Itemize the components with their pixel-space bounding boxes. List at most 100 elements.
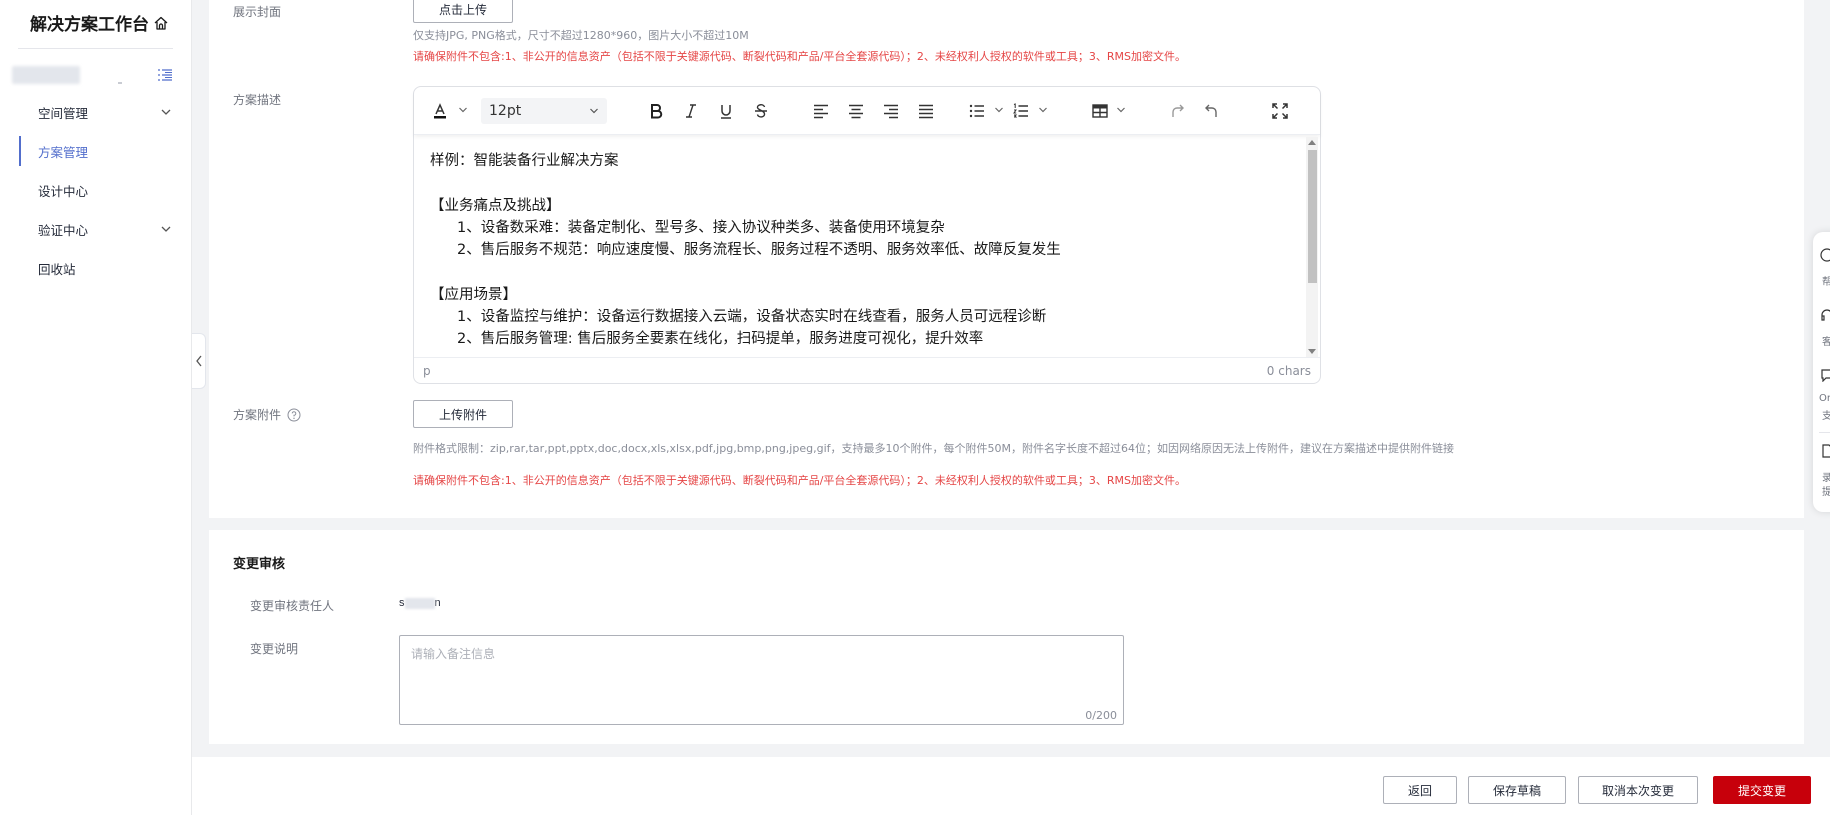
float-panel-label[interactable]: 帮 <box>1822 276 1830 289</box>
sidebar-item-design-center[interactable]: 设计中心 <box>0 175 192 205</box>
bullet-list-icon <box>969 104 984 118</box>
italic-button[interactable] <box>681 101 701 121</box>
sidebar-collapse-toggle[interactable] <box>192 333 206 389</box>
underline-icon <box>721 105 731 119</box>
headset-icon[interactable] <box>1820 308 1830 322</box>
section-title: 变更审核 <box>233 557 286 572</box>
bold-button[interactable] <box>646 101 666 121</box>
chevron-down-icon <box>161 226 171 232</box>
cover-warning: 请确保附件不包含:1、非公开的信息资产（包括不限于关键源代码、断裂代码和产品/平… <box>413 50 1187 63</box>
table-icon <box>1092 104 1108 118</box>
font-color-button[interactable] <box>430 101 450 121</box>
sidebar-item-space-management[interactable]: 空间管理 <box>0 97 192 127</box>
reviewer-label: 变更审核责任人 <box>250 599 335 613</box>
redo-icon <box>1172 104 1184 117</box>
attachment-label-text: 方案附件 <box>233 408 282 422</box>
remark-char-count: 0/200 <box>1085 709 1117 722</box>
chevron-down-icon[interactable] <box>458 105 468 115</box>
workspace-selector[interactable] <box>12 66 80 84</box>
undo-button[interactable] <box>1202 101 1222 121</box>
attachment-warning: 请确保附件不包含:1、非公开的信息资产（包括不限于关键源代码、断裂代码和产品/平… <box>413 474 1187 487</box>
align-right-button[interactable] <box>881 101 901 121</box>
attachment-hint: 附件格式限制：zip,rar,tar,ppt,pptx,doc,docx,xls… <box>413 442 1454 455</box>
bold-icon <box>651 104 663 119</box>
content-line: 1、设备数采难：装备定制化、型号多、接入协议种类多、装备使用环境复杂 <box>457 219 945 236</box>
strikethrough-icon <box>755 104 767 118</box>
content-line: 1、设备监控与维护：设备运行数据接入云端，设备状态实时在线查看，服务人员可远程诊… <box>457 309 1047 326</box>
attachment-label: 方案附件 <box>233 406 301 423</box>
redacted-block <box>404 597 435 609</box>
align-center-button[interactable] <box>846 101 866 121</box>
content-line: 2、售后服务不规范：响应速度慢、服务流程长、服务过程不透明、服务效率低、故障反复… <box>457 242 1061 259</box>
editor-scrollbar[interactable] <box>1306 137 1318 357</box>
sidebar-item-label: 回收站 <box>38 261 76 277</box>
reviewer-value: s n <box>399 597 441 609</box>
cancel-change-button[interactable]: 取消本次变更 <box>1578 776 1698 804</box>
table-button[interactable] <box>1090 101 1110 121</box>
remark-textarea[interactable]: 请输入备注信息 0/200 <box>399 635 1124 725</box>
scroll-thumb[interactable] <box>1308 150 1317 283</box>
chevron-down-icon[interactable] <box>1116 105 1126 115</box>
strikethrough-button[interactable] <box>751 101 771 121</box>
back-button[interactable]: 返回 <box>1383 776 1457 804</box>
numbered-list-icon <box>1013 103 1028 118</box>
help-icon[interactable] <box>287 408 301 422</box>
app-title-text: 解决方案工作台 <box>30 15 149 35</box>
sidebar-item-label: 空间管理 <box>38 105 89 121</box>
remark-placeholder: 请输入备注信息 <box>411 647 496 661</box>
float-panel-label[interactable]: 录 <box>1822 472 1830 485</box>
chat-icon[interactable] <box>1820 368 1830 382</box>
description-label: 方案描述 <box>233 93 282 107</box>
editor-statusbar: p 0 chars <box>414 357 1320 383</box>
editor-content[interactable]: 样例：智能装备行业解决方案 【业务痛点及挑战】 1、设备数采难：装备定制化、型号… <box>414 136 1304 356</box>
italic-icon <box>686 104 696 118</box>
scroll-up-arrow[interactable] <box>1308 140 1316 145</box>
attachment-upload-button[interactable]: 上传附件 <box>413 400 513 428</box>
workspace-selector-dot <box>118 82 122 84</box>
sidebar-item-solution-management[interactable]: 方案管理 <box>0 136 192 166</box>
float-panel-label[interactable]: 提 <box>1822 486 1830 499</box>
chevron-left-icon <box>195 355 202 367</box>
numbered-list-button[interactable] <box>1011 101 1031 121</box>
sidebar-item-label: 方案管理 <box>38 144 89 160</box>
float-panel-divider <box>1819 432 1830 433</box>
align-justify-button[interactable] <box>916 101 936 121</box>
rich-text-editor[interactable]: 12pt 样例：智能装备行业解决方案 【业务痛点及挑战】 1、设备数采难：装备定… <box>413 86 1321 384</box>
cover-upload-button[interactable]: 点击上传 <box>413 0 513 23</box>
bullet-list-button[interactable] <box>967 101 987 121</box>
float-panel-label[interactable]: 支 <box>1822 410 1830 423</box>
content-line: 【应用场景】 <box>430 286 517 303</box>
content-line: 2、售后服务管理: 售后服务全要素在线化，扫码提单，服务进度可视化，提升效率 <box>457 331 984 348</box>
chevron-down-icon[interactable] <box>994 105 1004 115</box>
chevron-down-icon[interactable] <box>1038 105 1048 115</box>
document-icon[interactable] <box>1820 444 1830 458</box>
help-circle-icon[interactable] <box>1820 248 1830 262</box>
footer-action-bar: 返回 保存草稿 取消本次变更 提交变更 <box>192 757 1830 815</box>
solution-form-card: 展示封面 点击上传 仅支持JPG, PNG格式，尺寸不超过1280*960，图片… <box>209 0 1804 518</box>
redo-button[interactable] <box>1167 101 1187 121</box>
cover-label: 展示封面 <box>233 5 282 19</box>
underline-button[interactable] <box>716 101 736 121</box>
char-count: 0 chars <box>1266 363 1311 378</box>
submit-change-button[interactable]: 提交变更 <box>1713 776 1811 804</box>
scroll-down-arrow[interactable] <box>1308 349 1316 354</box>
float-panel-label[interactable]: 客 <box>1822 336 1830 349</box>
sidebar-item-recycle-bin[interactable]: 回收站 <box>0 253 192 283</box>
editor-toolbar: 12pt <box>414 87 1320 135</box>
list-icon[interactable] <box>157 67 173 83</box>
align-left-button[interactable] <box>811 101 831 121</box>
home-icon[interactable] <box>153 15 169 31</box>
save-draft-button[interactable]: 保存草稿 <box>1468 776 1566 804</box>
change-review-card: 变更审核 变更审核责任人 s n 变更说明 请输入备注信息 0/200 <box>209 530 1804 744</box>
app-title: 解决方案工作台 <box>30 10 169 35</box>
content-line: 样例：智能装备行业解决方案 <box>430 153 619 169</box>
font-size-value: 12pt <box>489 103 522 119</box>
sidebar-item-verification-center[interactable]: 验证中心 <box>0 214 192 244</box>
sidebar-item-label: 验证中心 <box>38 222 89 238</box>
cover-hint: 仅支持JPG, PNG格式，尺寸不超过1280*960，图片大小不超过10M <box>413 29 749 42</box>
float-panel-label[interactable]: On <box>1819 392 1830 405</box>
remark-label: 变更说明 <box>250 642 299 656</box>
font-size-select[interactable]: 12pt <box>481 98 607 124</box>
sidebar-item-label: 设计中心 <box>38 183 89 199</box>
fullscreen-button[interactable] <box>1270 101 1290 121</box>
